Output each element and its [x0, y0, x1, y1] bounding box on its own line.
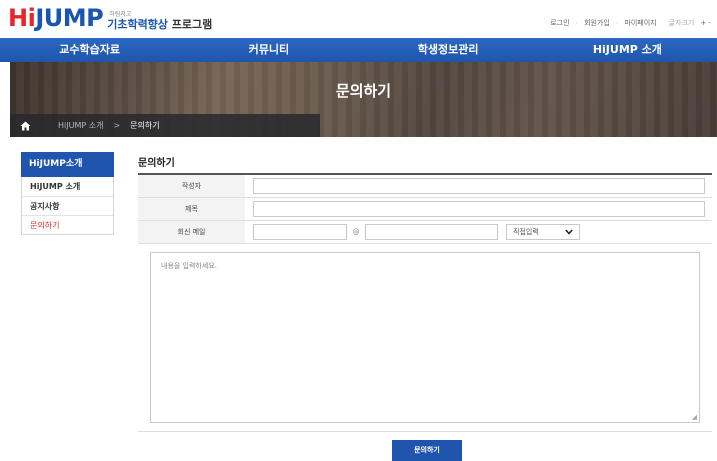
site-logo[interactable]: HiJUMP 하림지고 기초학력향상 프로그램	[8, 6, 212, 30]
home-icon[interactable]	[10, 114, 40, 137]
page-banner: 문의하기 HiJUMP 소개 > 문의하기	[10, 62, 717, 137]
content-textarea[interactable]: 내용을 입력하세요. ◢	[150, 252, 700, 423]
resize-handle-icon[interactable]: ◢	[692, 413, 697, 421]
content-row: 내용을 입력하세요. ◢	[138, 244, 712, 432]
email-domain-select-value: 직접입력	[513, 228, 539, 236]
sidebar-list: HiJUMP 소개 공지사항 문의하기	[21, 177, 114, 235]
nav-item-student-info[interactable]: 학생정보관리	[359, 38, 538, 62]
subject-label: 제목	[138, 198, 245, 220]
breadcrumb: HiJUMP 소개 > 문의하기	[10, 114, 320, 137]
util-separator: ·	[615, 18, 619, 28]
logo-subtitle: 하림지고 기초학력향상 프로그램	[107, 12, 212, 31]
login-link[interactable]: 로그인	[550, 18, 569, 28]
font-size-control[interactable]: + -	[700, 19, 711, 27]
inquiry-form: 작성자 제목 회신 메일 @ 직접입력 내용을 입력하세요. ◢	[138, 173, 712, 432]
nav-item-teaching-materials[interactable]: 교수학습자료	[0, 38, 179, 62]
subject-row: 제목	[138, 198, 712, 221]
chevron-down-icon	[565, 228, 573, 237]
nav-item-about[interactable]: HiJUMP 소개	[538, 38, 717, 62]
sidebar-item-notice[interactable]: 공지사항	[22, 196, 113, 215]
breadcrumb-separator: >	[113, 121, 121, 130]
email-label: 회신 메일	[138, 221, 245, 243]
font-size-label: 글자크기	[668, 19, 695, 27]
main-nav: 교수학습자료 커뮤니티 학생정보관리 HiJUMP 소개	[0, 38, 717, 62]
content-placeholder: 내용을 입력하세요.	[161, 262, 217, 270]
logo-program-blue: 기초학력향상	[107, 18, 168, 31]
logo-wordmark: HiJUMP	[8, 4, 104, 32]
sidebar-heading: HiJUMP소개	[21, 152, 114, 177]
signup-link[interactable]: 회원가입	[584, 18, 610, 28]
author-input[interactable]	[253, 178, 705, 194]
site-header: HiJUMP 하림지고 기초학력향상 프로그램 로그인 · 회원가입 · 마이페…	[0, 0, 717, 38]
utility-links: 로그인 · 회원가입 · 마이페이지 글자크기 + -	[544, 18, 711, 28]
banner-title: 문의하기	[335, 82, 392, 100]
author-label: 작성자	[138, 175, 245, 197]
sidebar-item-about[interactable]: HiJUMP 소개	[22, 177, 113, 196]
sidebar-item-inquiry[interactable]: 문의하기	[22, 215, 113, 234]
logo-hi: Hi	[8, 4, 36, 32]
email-row: 회신 메일 @ 직접입력	[138, 221, 712, 244]
breadcrumb-level1[interactable]: HiJUMP 소개	[58, 120, 103, 131]
sidebar: HiJUMP소개 HiJUMP 소개 공지사항 문의하기	[21, 152, 114, 235]
logo-program-text: 기초학력향상 프로그램	[107, 19, 212, 30]
submit-inquiry-button[interactable]: 문의하기	[392, 440, 462, 461]
nav-item-community[interactable]: 커뮤니티	[179, 38, 358, 62]
logo-jump: JUMP	[35, 4, 104, 32]
subject-input[interactable]	[253, 201, 705, 217]
email-domain-input[interactable]	[365, 224, 498, 240]
breadcrumb-level2: 문의하기	[130, 121, 160, 130]
mypage-link[interactable]: 마이페이지	[624, 18, 656, 28]
page-title: 문의하기	[138, 158, 175, 169]
author-row: 작성자	[138, 175, 712, 198]
email-at-sign: @	[352, 228, 360, 236]
email-local-input[interactable]	[253, 224, 347, 240]
email-domain-select[interactable]: 직접입력	[506, 224, 580, 240]
util-separator: ·	[575, 18, 579, 28]
logo-program-dark: 프로그램	[167, 18, 213, 31]
